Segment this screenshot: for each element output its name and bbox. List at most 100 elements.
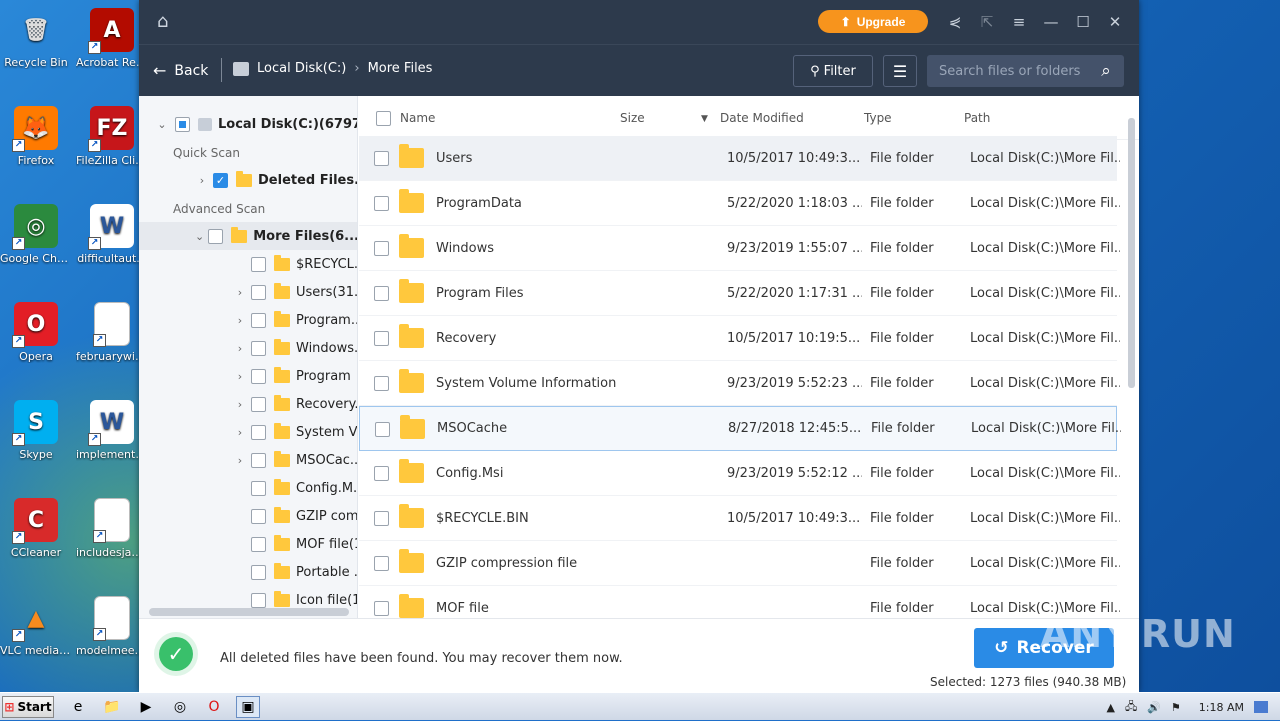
- tree-item[interactable]: › Users(31...: [233, 278, 357, 306]
- chevron-down-icon[interactable]: ⌄: [195, 230, 204, 243]
- tree-item-checkbox[interactable]: [251, 284, 266, 300]
- table-row[interactable]: System Volume Information 9/23/2019 5:52:…: [359, 361, 1120, 406]
- network-icon[interactable]: 🖧: [1125, 698, 1137, 717]
- row-checkbox[interactable]: [374, 556, 389, 571]
- ie-icon[interactable]: e: [66, 696, 90, 718]
- volume-icon[interactable]: 🔊: [1147, 701, 1161, 714]
- hamburger-menu-icon[interactable]: ≡: [1009, 12, 1029, 32]
- column-date-modified[interactable]: Date Modified: [720, 111, 804, 125]
- column-path[interactable]: Path: [964, 111, 990, 125]
- vertical-scrollbar[interactable]: [1128, 118, 1135, 388]
- desktop-icon[interactable]: ↗ februarywin...: [76, 302, 148, 363]
- table-row[interactable]: Program Files 5/22/2020 1:17:31 ... File f…: [359, 271, 1120, 316]
- back-button[interactable]: ← Back: [153, 61, 208, 80]
- explorer-icon[interactable]: 📁: [100, 696, 124, 718]
- show-desktop-icon[interactable]: [1254, 701, 1268, 713]
- row-checkbox[interactable]: [374, 151, 389, 166]
- media-player-icon[interactable]: ▶: [134, 696, 158, 718]
- breadcrumb-root[interactable]: Local Disk(C:): [257, 61, 346, 76]
- chevron-right-icon[interactable]: ›: [233, 454, 247, 467]
- select-all-checkbox[interactable]: [376, 111, 391, 126]
- table-row[interactable]: $RECYCLE.BIN 10/5/2017 10:49:3... File fol…: [359, 496, 1120, 541]
- desktop-icon[interactable]: ↗ includesjapa...: [76, 498, 148, 559]
- start-button[interactable]: ⊞ Start: [2, 696, 54, 718]
- tree-item[interactable]: › Program: [233, 362, 351, 390]
- tree-root[interactable]: ⌄ Local Disk(C:)(67973: [155, 110, 357, 138]
- desktop-icon[interactable]: 🗑 Recycle Bin: [0, 8, 72, 69]
- search-input[interactable]: Search files or folders: [939, 64, 1080, 79]
- chevron-right-icon[interactable]: ›: [233, 398, 247, 411]
- tree-item[interactable]: › Program...: [233, 306, 357, 334]
- filter-button[interactable]: ⚲ Filter: [793, 55, 873, 87]
- search-icon[interactable]: ⌕: [1088, 61, 1124, 81]
- desktop-icon[interactable]: 🦊 ↗ Firefox: [0, 106, 72, 167]
- tree-item-checkbox[interactable]: [251, 480, 266, 496]
- row-checkbox[interactable]: [374, 466, 389, 481]
- chevron-right-icon[interactable]: ›: [233, 426, 247, 439]
- tree-item[interactable]: Portable ...: [233, 558, 357, 586]
- tree-root-checkbox[interactable]: [175, 116, 190, 132]
- tree-item-checkbox[interactable]: [251, 564, 266, 580]
- tree-item[interactable]: › Windows...: [233, 334, 357, 362]
- tree-item-checkbox[interactable]: [251, 312, 266, 328]
- row-checkbox[interactable]: [375, 422, 390, 437]
- row-checkbox[interactable]: [374, 241, 389, 256]
- minimize-icon[interactable]: —: [1041, 12, 1061, 32]
- table-row[interactable]: Windows 9/23/2019 1:55:07 ... File folder L…: [359, 226, 1120, 271]
- tree-item[interactable]: › Recovery...: [233, 390, 357, 418]
- deleted-files-checkbox[interactable]: ✓: [213, 172, 228, 188]
- chevron-right-icon[interactable]: ›: [195, 174, 209, 187]
- maximize-icon[interactable]: ☐: [1073, 12, 1093, 32]
- tree-item[interactable]: Config.M...: [233, 474, 357, 502]
- tree-item-checkbox[interactable]: [251, 452, 266, 468]
- chevron-right-icon[interactable]: ›: [233, 286, 247, 299]
- row-checkbox[interactable]: [374, 286, 389, 301]
- row-checkbox[interactable]: [374, 601, 389, 616]
- search-box[interactable]: Search files or folders ⌕: [927, 55, 1124, 87]
- desktop-icon[interactable]: S ↗ Skype: [0, 400, 72, 461]
- row-checkbox[interactable]: [374, 196, 389, 211]
- desktop-icon[interactable]: W↗ implementat...: [76, 400, 148, 461]
- table-row[interactable]: ProgramData 5/22/2020 1:18:03 ... File fol…: [359, 181, 1120, 226]
- desktop-icon[interactable]: ◎↗ Google Chrome: [0, 204, 72, 265]
- row-checkbox[interactable]: [374, 376, 389, 391]
- row-checkbox[interactable]: [374, 511, 389, 526]
- tree-item-checkbox[interactable]: [251, 592, 266, 608]
- home-icon[interactable]: ⌂: [157, 12, 177, 32]
- chevron-down-icon[interactable]: ⌄: [155, 118, 169, 131]
- flag-icon[interactable]: ⚑: [1171, 701, 1181, 714]
- tree-item[interactable]: GZIP com: [233, 502, 357, 530]
- tree-more-files[interactable]: ⌄ More Files(6...: [139, 222, 357, 250]
- view-menu-button[interactable]: ☰: [883, 55, 917, 87]
- table-row[interactable]: Recovery 10/5/2017 10:19:5... File folder L…: [359, 316, 1120, 361]
- table-row[interactable]: MOF file File folder Local Disk(C:)\More F…: [359, 586, 1120, 618]
- desktop-icon[interactable]: W ↗ difficultaut...: [76, 204, 148, 265]
- chevron-right-icon[interactable]: ›: [233, 342, 247, 355]
- desktop-icon[interactable]: ↗ modelmeetin...: [76, 596, 148, 657]
- tree-item[interactable]: $RECYCL...: [233, 250, 357, 278]
- more-files-checkbox[interactable]: [208, 228, 224, 244]
- column-size[interactable]: Size: [620, 111, 645, 125]
- sort-down-icon[interactable]: ▼: [701, 114, 708, 124]
- tree-item-checkbox[interactable]: [251, 256, 266, 272]
- tree-item-checkbox[interactable]: [251, 536, 266, 552]
- share-icon[interactable]: ⋞: [945, 12, 965, 32]
- chevron-right-icon[interactable]: ›: [233, 370, 247, 383]
- table-row[interactable]: Users 10/5/2017 10:49:3... File folder Loca…: [359, 136, 1120, 181]
- chevron-right-icon[interactable]: ›: [233, 314, 247, 327]
- table-row[interactable]: GZIP compression file File folder Local Di…: [359, 541, 1120, 586]
- tree-item[interactable]: › MSOCac...: [233, 446, 357, 474]
- desktop-icon[interactable]: O ↗ Opera: [0, 302, 72, 363]
- tree-item[interactable]: MOF file(1: [233, 530, 357, 558]
- tree-item-checkbox[interactable]: [251, 508, 266, 524]
- horizontal-scrollbar[interactable]: [149, 608, 349, 616]
- close-icon[interactable]: ✕: [1105, 12, 1125, 32]
- export-icon[interactable]: ⇱: [977, 12, 997, 32]
- upgrade-button[interactable]: ⬆ Upgrade: [818, 10, 928, 33]
- column-name[interactable]: Name: [400, 111, 435, 125]
- desktop-icon[interactable]: A↗ Acrobat Reader DC: [76, 8, 148, 69]
- desktop-icon[interactable]: ▲↗ VLC media player: [0, 596, 72, 657]
- tree-item-checkbox[interactable]: [251, 340, 266, 356]
- clock[interactable]: 1:18 AM: [1199, 701, 1244, 714]
- tray-expand-icon[interactable]: ▲: [1106, 701, 1114, 714]
